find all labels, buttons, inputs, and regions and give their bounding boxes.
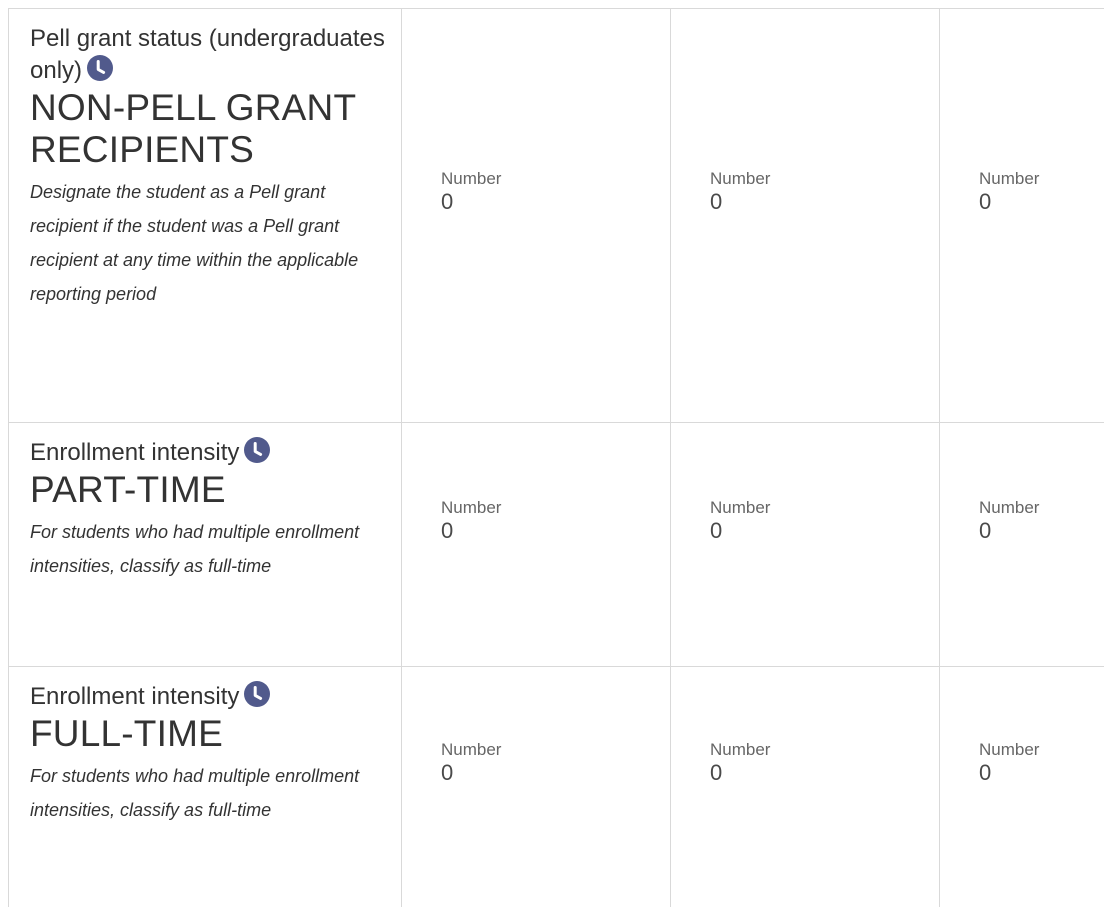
number-cell[interactable]: Number 0	[401, 9, 670, 422]
number-value[interactable]: 0	[441, 760, 501, 786]
field-title: Enrollment intensity	[30, 437, 391, 469]
number-label: Number	[441, 497, 502, 517]
number-value[interactable]: 0	[979, 518, 1039, 544]
row-label-cell: Pell grant status (undergraduates only) …	[8, 9, 401, 422]
field-title-text: Pell grant status (undergraduates only)	[30, 25, 385, 84]
number-label: Number	[979, 168, 1040, 188]
row-label-cell: Enrollment intensity FULL-TIME For stude…	[8, 667, 401, 907]
number-value[interactable]: 0	[710, 760, 770, 786]
clock-icon[interactable]	[244, 437, 271, 463]
number-cell[interactable]: Number 0	[670, 423, 939, 666]
row-label-cell: Enrollment intensity PART-TIME For stude…	[8, 423, 401, 666]
number-cell[interactable]: Number 0	[939, 667, 1104, 907]
number-label: Number	[441, 740, 502, 759]
number-value[interactable]: 0	[710, 189, 770, 215]
field-title: Enrollment intensity	[30, 681, 391, 713]
field-title-text: Enrollment intensity	[30, 439, 240, 466]
number-value[interactable]: 0	[979, 189, 1039, 215]
field-hint: Designate the student as a Pell grant re…	[30, 182, 359, 304]
number-cell[interactable]: Number 0	[401, 667, 670, 907]
field-title: Pell grant status (undergraduates only)	[30, 23, 391, 87]
number-cell[interactable]: Number 0	[670, 667, 939, 907]
number-cell[interactable]: Number 0	[401, 423, 670, 666]
number-value[interactable]: 0	[710, 518, 770, 544]
number-cell[interactable]: Number 0	[939, 423, 1104, 666]
number-value[interactable]: 0	[441, 189, 501, 215]
category-label: FULL-TIME	[30, 713, 223, 754]
number-label: Number	[710, 740, 771, 759]
table-row: Pell grant status (undergraduates only) …	[8, 9, 1104, 423]
field-title-text: Enrollment intensity	[30, 683, 240, 710]
category-label: NON-PELL GRANT RECIPIENTS	[30, 87, 356, 170]
field-hint: For students who had multiple enrollment…	[30, 766, 360, 820]
number-label: Number	[979, 740, 1040, 759]
clock-icon[interactable]	[244, 681, 271, 707]
table-row: Enrollment intensity PART-TIME For stude…	[8, 423, 1104, 667]
number-label: Number	[979, 497, 1040, 517]
number-value[interactable]: 0	[441, 518, 501, 544]
number-cell[interactable]: Number 0	[939, 9, 1104, 422]
field-hint: For students who had multiple enrollment…	[30, 522, 360, 576]
number-label: Number	[710, 497, 771, 517]
number-label: Number	[441, 168, 502, 188]
number-label: Number	[710, 168, 771, 188]
data-entry-table: Pell grant status (undergraduates only) …	[8, 8, 1104, 907]
category-label: PART-TIME	[30, 469, 226, 510]
number-value[interactable]: 0	[979, 760, 1039, 786]
clock-icon[interactable]	[87, 55, 114, 81]
table-row: Enrollment intensity FULL-TIME For stude…	[8, 667, 1104, 907]
number-cell[interactable]: Number 0	[670, 9, 939, 422]
